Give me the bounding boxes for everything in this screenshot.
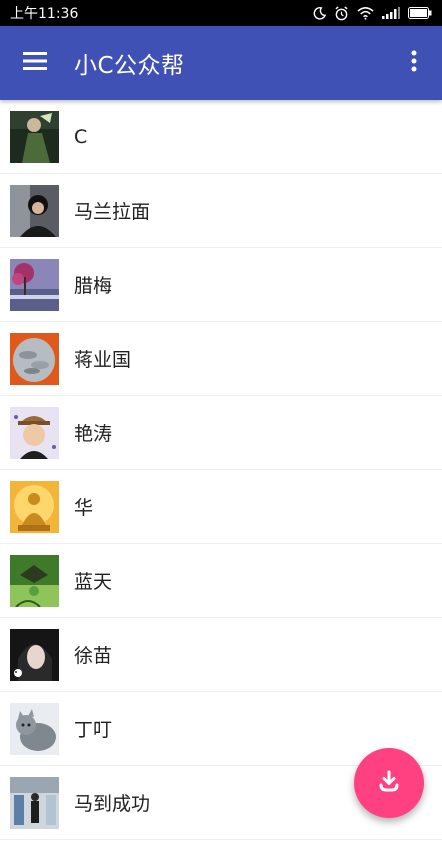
avatar [10,406,59,459]
app-title: 小C公众帮 [74,53,185,79]
contact-name: 丁叮 [74,719,113,741]
app-bar: 小C公众帮 [0,26,442,100]
download-icon [376,768,402,798]
alarm-icon [334,5,349,21]
contact-name: 蓝天 [74,571,113,593]
list-item[interactable]: 华 [0,470,442,544]
list-item[interactable]: C [0,100,442,174]
moon-icon [313,5,326,21]
menu-button[interactable] [0,26,70,100]
avatar [10,628,59,681]
avatar [10,332,59,385]
contact-name: 徐苗 [74,645,113,667]
contact-name: 华 [74,497,94,519]
list-item[interactable]: 马兰拉面 [0,174,442,248]
list-item[interactable]: 蒋业国 [0,322,442,396]
contact-name: 马兰拉面 [74,201,151,223]
list-item[interactable]: 艳涛 [0,396,442,470]
menu-icon [23,51,47,75]
avatar [10,258,59,311]
status-time: 上午11:36 [10,6,79,22]
contact-name: 艳涛 [74,423,113,445]
avatar [10,184,59,237]
contact-name: 马到成功 [74,793,151,815]
download-fab-button[interactable] [354,748,424,818]
avatar [10,702,59,755]
contact-name: C [74,125,88,148]
status-icons [313,5,432,21]
status-bar: 上午11:36 [0,0,442,26]
contact-name: 蒋业国 [74,349,132,371]
signal-icon [382,5,400,21]
overflow-menu-button[interactable] [386,26,442,100]
list-item[interactable]: 腊梅 [0,248,442,322]
wifi-icon [357,5,374,21]
battery-icon [408,5,432,21]
avatar [10,554,59,607]
avatar [10,110,59,163]
contact-list: C 马兰拉面 腊梅 蒋业国 艳涛 华 蓝天 徐苗 丁叮 马到成功 [0,100,442,840]
contact-name: 腊梅 [74,275,113,297]
more-vert-icon [411,50,417,76]
avatar [10,480,59,533]
list-item[interactable]: 蓝天 [0,544,442,618]
avatar [10,776,59,829]
list-item[interactable]: 徐苗 [0,618,442,692]
